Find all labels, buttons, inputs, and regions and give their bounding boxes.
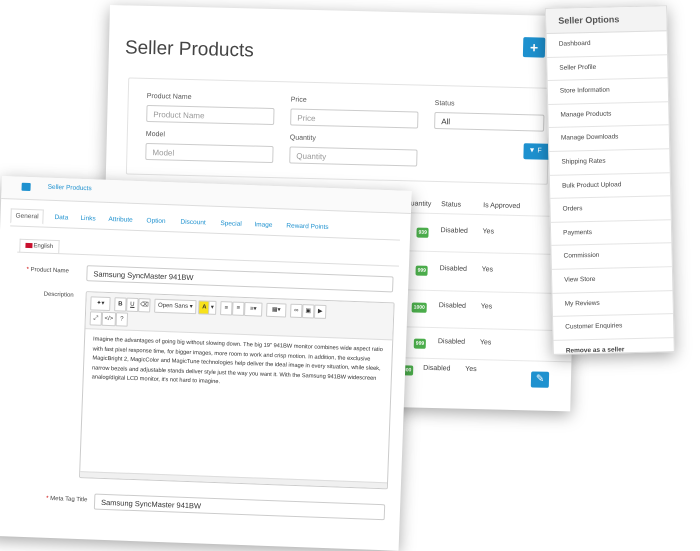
menu-item-view-store[interactable]: View Store (551, 267, 673, 294)
page-title: Seller Products (124, 37, 255, 62)
filter-button-label: F (537, 147, 542, 155)
meta-title-input[interactable]: Samsung SyncMaster 941BW (93, 493, 386, 521)
tab-image[interactable]: Image (254, 221, 272, 229)
quantity-badge: 999 (415, 265, 429, 276)
breadcrumb-seller-products[interactable]: Seller Products (47, 184, 91, 193)
tab-links[interactable]: Links (80, 215, 95, 223)
menu-item-commission[interactable]: Commission (551, 243, 672, 270)
meta-title-label-text: Meta Tag Title (50, 495, 88, 504)
image-icon[interactable]: ▣ (301, 304, 315, 319)
video-icon[interactable]: ▶ (313, 304, 327, 319)
edit-product-button[interactable]: ✎ (530, 371, 550, 388)
menu-item-remove-seller[interactable]: Remove as a seller (554, 338, 674, 363)
menu-item-my-reviews[interactable]: My Reviews (552, 290, 673, 318)
tabs-divider (10, 225, 400, 241)
eraser-icon[interactable]: ⌫ (138, 298, 151, 313)
magic-wand-icon[interactable]: ✦▾ (90, 296, 111, 312)
quantity-badge: 1000 (411, 302, 427, 313)
approved-cell: Yes (482, 228, 495, 236)
product-name-label-text: Product Name (30, 267, 70, 275)
help-button[interactable]: ? (115, 312, 129, 327)
product-name-input[interactable]: Samsung SyncMaster 941BW (86, 265, 394, 293)
table-divider (402, 326, 573, 332)
menu-item-bulk-upload[interactable]: Bulk Product Upload (549, 172, 671, 200)
font-family-value: Open Sans (157, 302, 189, 310)
description-text[interactable]: Imagine the advantages of going big with… (83, 329, 392, 400)
status-cell: Disabled (423, 364, 451, 373)
tab-reward-points[interactable]: Reward Points (286, 222, 329, 231)
table-icon[interactable]: ▦▾ (266, 302, 287, 318)
status-filter-select[interactable]: All (434, 111, 545, 132)
column-status: Status (441, 201, 462, 209)
bold-button[interactable]: B (114, 297, 127, 312)
tab-attribute[interactable]: Attribute (108, 216, 132, 224)
code-view-button[interactable]: </> (101, 311, 117, 327)
filter-label-quantity: Quantity (289, 134, 316, 143)
status-cell: Disabled (439, 265, 467, 273)
text-color-dropdown[interactable]: ▾ (208, 300, 217, 315)
quantity-badge: 939 (416, 227, 429, 238)
approved-cell: Yes (481, 266, 494, 274)
menu-item-payments[interactable]: Payments (550, 219, 672, 247)
tab-special[interactable]: Special (220, 220, 242, 228)
meta-title-label: * Meta Tag Title (46, 495, 88, 504)
approved-cell: Yes (465, 365, 477, 374)
table-divider (404, 250, 575, 256)
menu-item-dashboard[interactable]: Dashboard (546, 31, 668, 58)
font-family-select[interactable]: Open Sans ▾ (154, 298, 197, 315)
menu-item-store-information[interactable]: Store Information (547, 78, 669, 105)
menu-item-manage-downloads[interactable]: Manage Downloads (548, 125, 670, 152)
menu-item-seller-profile[interactable]: Seller Profile (547, 54, 668, 82)
product-edit-form-panel: Seller Products General Data Links Attri… (0, 176, 412, 551)
product-name-label: * Product Name (26, 266, 70, 275)
underline-button[interactable]: U (126, 297, 139, 313)
menu-title: Seller Options (546, 6, 667, 34)
editor-resize-handle[interactable] (80, 471, 388, 489)
language-divider (17, 251, 399, 267)
align-icon[interactable]: ≡▾ (244, 301, 263, 317)
link-icon[interactable]: ∞ (290, 303, 303, 319)
tab-data[interactable]: Data (54, 214, 68, 221)
quantity-filter-input[interactable]: Quantity (289, 146, 418, 167)
tab-option[interactable]: Option (146, 217, 165, 225)
pencil-icon: ✎ (535, 373, 545, 385)
menu-item-customer-enquiries[interactable]: Customer Enquiries (553, 314, 674, 341)
approved-cell: Yes (479, 339, 492, 347)
quantity-badge: 999 (413, 338, 427, 349)
status-cell: Disabled (437, 338, 466, 346)
filter-label-model: Model (145, 130, 166, 139)
menu-item-shipping-rates[interactable]: Shipping Rates (549, 149, 670, 176)
uk-flag-icon (25, 242, 33, 249)
filter-label-product-name: Product Name (146, 92, 192, 102)
menu-item-manage-products[interactable]: Manage Products (548, 102, 669, 129)
bullet-list-icon[interactable]: ≡ (220, 301, 233, 316)
fullscreen-icon[interactable]: ⤢ (89, 311, 103, 326)
filter-label-price: Price (290, 96, 307, 104)
description-label: Description (43, 291, 74, 299)
column-approved: Is Approved (483, 202, 521, 211)
table-divider (401, 357, 572, 363)
status-cell: Disabled (438, 302, 467, 310)
language-tab-label: English (33, 243, 54, 250)
filter-panel: Product Name Product Name Price Price St… (125, 77, 556, 185)
add-product-button[interactable]: + (522, 37, 546, 58)
numbered-list-icon[interactable]: ≡ (232, 301, 245, 316)
tab-discount[interactable]: Discount (180, 219, 206, 227)
approved-cell: Yes (480, 303, 493, 311)
tab-general[interactable]: General (10, 208, 44, 225)
menu-item-orders[interactable]: Orders (550, 196, 671, 223)
home-icon[interactable] (21, 182, 31, 192)
seller-options-menu: Seller Options Dashboard Seller Profile … (545, 5, 675, 355)
table-divider (403, 289, 574, 295)
product-name-filter-input[interactable]: Product Name (146, 104, 275, 126)
status-cell: Disabled (440, 227, 468, 235)
filter-label-status: Status (434, 99, 455, 108)
price-filter-input[interactable]: Price (290, 108, 419, 129)
model-filter-input[interactable]: Model (145, 142, 274, 164)
description-editor[interactable]: ✦▾ B U ⌫ Open Sans ▾ A ▾ ≡ ≡ ≡▾ ▦▾ ∞ ▣ ▶… (78, 291, 395, 490)
